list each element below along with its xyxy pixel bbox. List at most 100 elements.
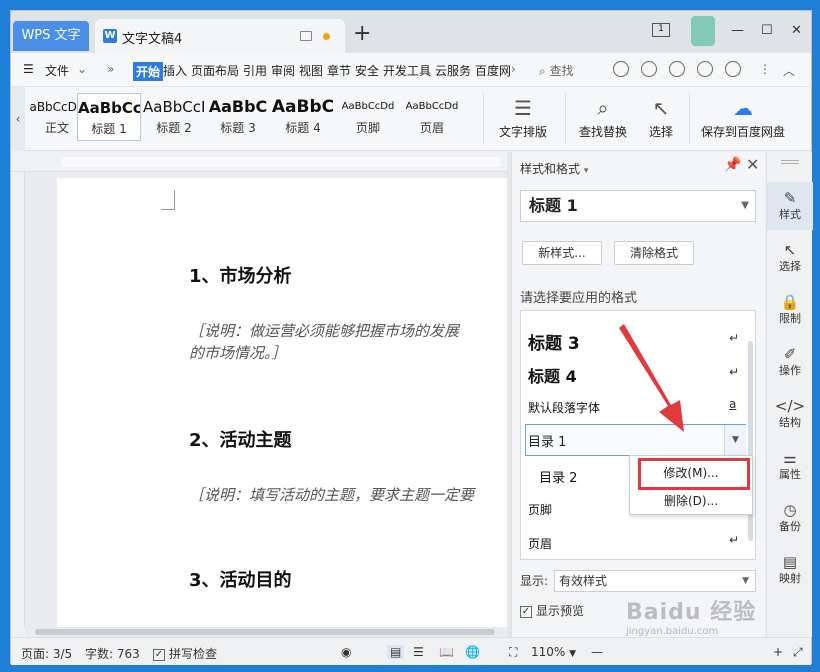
panel-title[interactable]: 样式和格式 ▾ <box>520 160 588 177</box>
sidebar-item-style[interactable]: ✎ 样式 <box>767 182 813 230</box>
tab-security[interactable]: 安全 <box>355 62 379 79</box>
style-header[interactable]: AaBbCcDd 页眉 <box>401 93 463 141</box>
chevron-down-icon[interactable]: ⌄ <box>77 62 87 76</box>
user-add-icon[interactable] <box>641 61 657 77</box>
unsaved-dot-icon <box>323 33 330 40</box>
style-heading-4[interactable]: AaBbC 标题 4 <box>271 93 335 141</box>
note-paragraph[interactable]: ［说明：做运营必须能够把握市场的发展 <box>189 320 459 342</box>
grip-icon[interactable] <box>781 160 799 164</box>
heading-activity-theme[interactable]: 2、活动主题 <box>189 426 292 452</box>
more-icon[interactable]: ⋮ <box>759 62 771 76</box>
share-icon[interactable] <box>697 61 713 77</box>
sidebar-item-operate[interactable]: ✐ 操作 <box>767 338 813 386</box>
list-item-toc-2[interactable]: 目录 2 <box>539 467 577 486</box>
sidebar-item-restrict[interactable]: 🔒 限制 <box>767 286 813 334</box>
zoom-out-button[interactable]: — <box>591 645 603 659</box>
fit-page-icon[interactable]: ⛶ <box>509 645 517 660</box>
horizontal-ruler[interactable] <box>11 152 507 172</box>
document-tab[interactable]: W 文字文稿4 <box>95 19 345 53</box>
word-count[interactable]: 字数: 763 <box>85 645 140 662</box>
tab-section[interactable]: 章节 <box>327 62 351 79</box>
list-item-footer[interactable]: 页脚 <box>528 501 552 518</box>
wps-app-tab[interactable]: WPS 文字 <box>13 21 89 51</box>
close-button[interactable]: ✕ <box>791 23 802 38</box>
tab-reference[interactable]: 引用 <box>243 62 267 79</box>
tab-start[interactable]: 开始 <box>133 62 164 81</box>
tab-view[interactable]: 视图 <box>299 62 323 79</box>
list-item-default-font[interactable]: 默认段落字体 <box>528 399 600 416</box>
style-footer[interactable]: AaBbCcDd 页脚 <box>337 93 399 141</box>
document-page[interactable]: 1、市场分析 ［说明：做运营必须能够把握市场的发展 的市场情况。］ 2、活动主题… <box>57 178 507 627</box>
list-item-toc-1-selected[interactable]: 目录 1 ▼ <box>525 424 746 456</box>
search-menu[interactable]: ⌕ 查找 <box>539 62 574 79</box>
checkbox-checked-icon: ✓ <box>153 648 165 661</box>
style-heading-2[interactable]: AaBbCcI 标题 2 <box>143 93 205 141</box>
list-item-header[interactable]: 页眉 <box>528 535 552 552</box>
sidebar-item-mapping[interactable]: ▤ 映射 <box>767 546 813 594</box>
chevron-right-icon[interactable]: › <box>511 62 516 76</box>
heading-activity-goal[interactable]: 3、活动目的 <box>189 566 292 592</box>
tab-baidu[interactable]: 百度网 <box>475 62 511 79</box>
new-style-button[interactable]: 新样式... <box>522 241 602 265</box>
tab-insert[interactable]: 插入 <box>163 62 187 79</box>
scrollbar-thumb[interactable] <box>35 629 495 635</box>
horizontal-scrollbar[interactable] <box>25 627 507 637</box>
page-count-icon[interactable]: 1 <box>652 23 670 37</box>
avatar[interactable] <box>691 16 715 46</box>
maximize-button[interactable]: ☐ <box>761 23 773 38</box>
hamburger-icon[interactable]: ☰ <box>23 62 34 76</box>
zoom-in-button[interactable]: + <box>773 645 783 659</box>
select-button[interactable]: ↖ 选择 <box>639 93 683 140</box>
list-item-heading-3[interactable]: 标题 3 <box>528 329 580 354</box>
show-preview-checkbox[interactable]: ✓ 显示预览 <box>520 602 584 619</box>
text-layout-button[interactable]: ☰ 文字排版 <box>495 93 551 140</box>
note-paragraph[interactable]: ［说明：填写活动的主题，要求主题一定要 <box>189 484 474 506</box>
reading-view-icon[interactable]: 📖 <box>439 645 454 659</box>
sidebar-item-backup[interactable]: ◷ 备份 <box>767 494 813 542</box>
screen-icon[interactable] <box>300 31 312 41</box>
clear-format-button[interactable]: 清除格式 <box>614 241 694 265</box>
page-view-icon[interactable]: ▤ <box>387 645 405 659</box>
current-style-select[interactable]: 标题 1 ▼ <box>520 190 756 222</box>
close-icon[interactable]: ✕ <box>746 155 759 174</box>
note-paragraph[interactable]: 的市场情况。］ <box>189 342 287 364</box>
double-chevron-icon[interactable]: » <box>107 62 114 76</box>
cursor-icon: ↖ <box>783 241 797 259</box>
zoom-level[interactable]: 110% ▼ <box>531 645 576 659</box>
new-tab-button[interactable]: + <box>353 21 371 47</box>
collapse-ribbon-icon[interactable]: ︿ <box>783 62 795 79</box>
vertical-ruler[interactable] <box>11 172 25 627</box>
spellcheck-toggle[interactable]: ✓ 拼写检查 <box>153 645 217 662</box>
show-filter-select[interactable]: 有效样式 ▼ <box>554 570 756 592</box>
comment-icon[interactable] <box>669 61 685 77</box>
tab-developer[interactable]: 开发工具 <box>383 62 431 79</box>
style-list[interactable]: 标题 3 ↵ 标题 4 ↵ 默认段落字体 a 目录 1 ▼ 目录 2 页脚 页眉… <box>520 310 756 560</box>
file-menu[interactable]: 文件 <box>45 62 69 79</box>
delete-menu-item[interactable]: 删除(D)... <box>630 488 752 514</box>
cloud-sync-icon[interactable] <box>613 61 629 77</box>
style-heading-3[interactable]: AaBbC 标题 3 <box>207 93 269 141</box>
style-heading-1[interactable]: AaBbCcI 标题 1 <box>77 93 141 141</box>
tab-review[interactable]: 审阅 <box>271 62 295 79</box>
sidebar-item-select[interactable]: ↖ 选择 <box>767 234 813 282</box>
ribbon-scroll-left-icon[interactable]: ‹ <box>11 87 25 151</box>
pin-icon[interactable]: 📌 <box>724 157 741 173</box>
chevron-down-icon[interactable]: ▼ <box>724 425 746 455</box>
list-item-heading-4[interactable]: 标题 4 <box>528 363 577 387</box>
outline-view-icon[interactable]: ☰ <box>413 645 424 659</box>
fullscreen-icon[interactable]: ⤢ <box>793 645 803 660</box>
save-baidu-button[interactable]: ☁ 保存到百度网盘 <box>695 93 791 140</box>
sidebar-label: 结构 <box>779 416 801 429</box>
tab-page-layout[interactable]: 页面布局 <box>191 62 239 79</box>
find-replace-button[interactable]: ⌕ 查找替换 <box>573 93 633 140</box>
settings-icon[interactable] <box>725 61 741 77</box>
heading-market-analysis[interactable]: 1、市场分析 <box>189 262 292 288</box>
eye-icon[interactable]: ◉ <box>341 645 351 659</box>
document-area[interactable]: 1、市场分析 ［说明：做运营必须能够把握市场的发展 的市场情况。］ 2、活动主题… <box>25 172 507 627</box>
page-indicator[interactable]: 页面: 3/5 <box>21 645 72 662</box>
sidebar-item-properties[interactable]: ⚌ 属性 <box>767 442 813 490</box>
minimize-button[interactable]: — <box>731 23 744 38</box>
web-view-icon[interactable]: 🌐 <box>465 645 480 659</box>
sidebar-item-structure[interactable]: </> 结构 <box>767 390 813 438</box>
tab-cloud[interactable]: 云服务 <box>435 62 471 79</box>
